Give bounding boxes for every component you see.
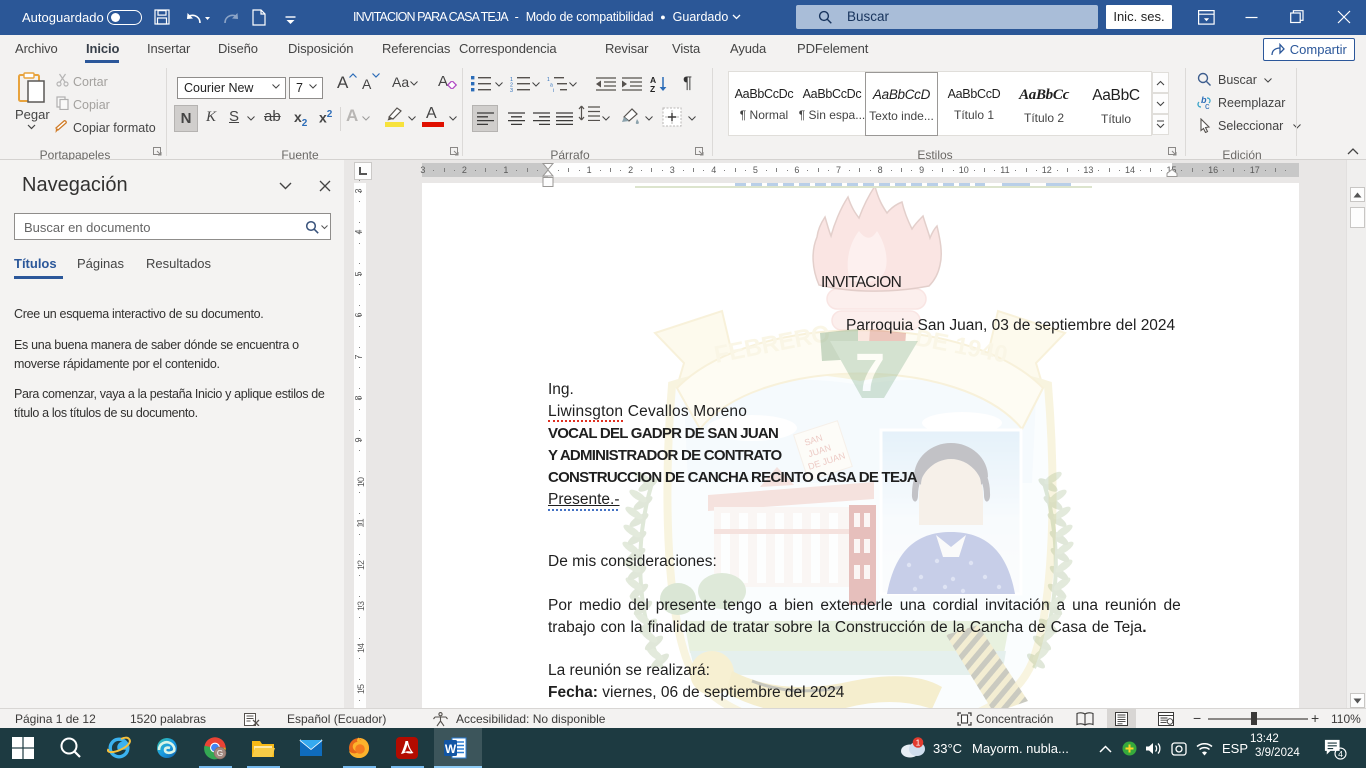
svg-text:i: i: [553, 88, 554, 92]
svg-text:4: 4: [1338, 749, 1343, 759]
svg-text:1: 1: [916, 738, 921, 748]
svg-text:Z: Z: [650, 84, 655, 92]
svg-text:7: 7: [855, 343, 885, 403]
svg-text:G: G: [217, 749, 223, 758]
svg-text:W: W: [445, 742, 457, 756]
svg-text:3: 3: [510, 88, 513, 92]
